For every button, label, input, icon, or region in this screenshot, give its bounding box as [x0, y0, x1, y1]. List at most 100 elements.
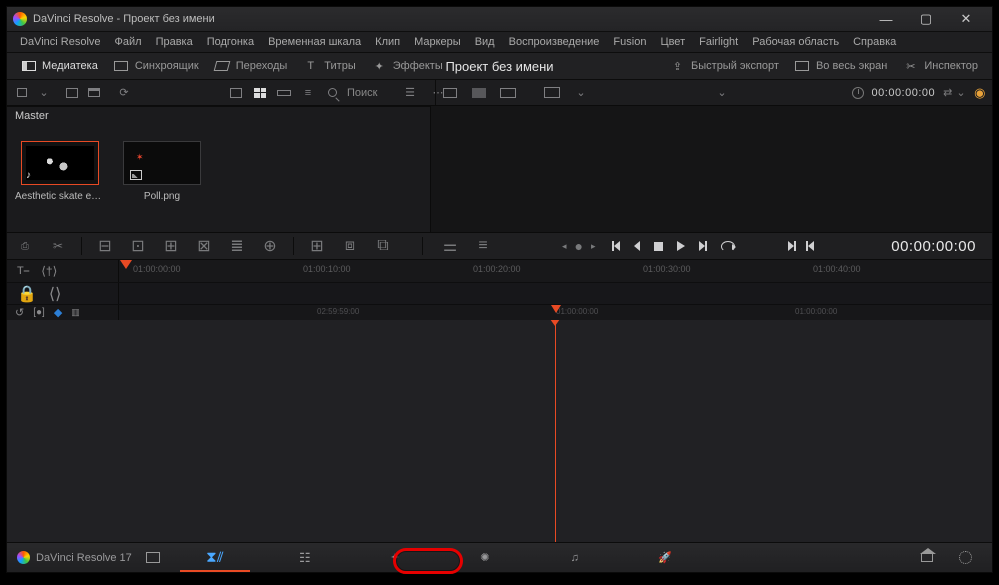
ruler-tick: 01:00:10:00	[303, 264, 351, 274]
menu-trim[interactable]: Подгонка	[200, 34, 261, 50]
strip-view-icon[interactable]	[275, 85, 293, 101]
effects-toggle[interactable]: ✦ Эффекты	[364, 57, 451, 76]
viewer-mode-2-icon[interactable]	[470, 85, 488, 101]
bin-list-icon[interactable]	[13, 85, 31, 101]
timeline-tracks[interactable]	[7, 320, 992, 542]
menu-markers[interactable]: Маркеры	[407, 34, 468, 50]
search-label[interactable]: Поиск	[347, 87, 377, 99]
last-frame-button[interactable]	[699, 241, 707, 251]
transition-icon[interactable]: ⧈	[340, 238, 360, 254]
menu-file[interactable]: Файл	[108, 34, 149, 50]
home-button[interactable]	[910, 543, 944, 572]
viewer-overlay-dropdown-icon[interactable]: ⌄	[572, 85, 590, 101]
video-track-icon[interactable]: T⎯	[17, 265, 29, 278]
timecode-mode-icon[interactable]: ⇄ ⌄	[943, 86, 966, 99]
viewer-mode-3-icon[interactable]	[499, 85, 517, 101]
project-settings-button[interactable]	[948, 543, 982, 572]
viewer-overlay-icon[interactable]	[543, 85, 561, 101]
menu-playback[interactable]: Воспроизведение	[502, 34, 607, 50]
menu-app[interactable]: DaVinci Resolve	[13, 34, 108, 50]
maximize-button[interactable]: ▢	[906, 7, 946, 31]
place-on-top-icon[interactable]: ≣	[227, 238, 247, 254]
page-color[interactable]: ✺	[440, 543, 530, 572]
search-icon[interactable]	[323, 85, 341, 101]
close-up-icon[interactable]: ⊠	[194, 238, 214, 254]
syncbin-toggle[interactable]: Синхроящик	[106, 57, 207, 76]
page-fairlight[interactable]: ♫	[530, 543, 620, 572]
first-frame-button[interactable]	[612, 241, 620, 251]
menu-timeline[interactable]: Временная шкала	[261, 34, 368, 50]
menu-fusion[interactable]: Fusion	[606, 34, 653, 50]
next-edit-button[interactable]	[788, 241, 796, 251]
flag-icon[interactable]: ◆	[54, 306, 62, 319]
sync-clips-icon[interactable]: ⟳	[115, 85, 133, 101]
loop-button[interactable]	[721, 241, 735, 252]
clip-item[interactable]: ♪ Aesthetic skate ed...	[21, 141, 99, 202]
page-fusion[interactable]: ✦	[350, 543, 440, 572]
page-deliver[interactable]: 🚀	[620, 543, 710, 572]
close-button[interactable]: ✕	[946, 7, 986, 31]
audio-track-icon[interactable]: ⟨†⟩	[41, 264, 57, 278]
jog-control[interactable]: ◂●▸	[562, 238, 598, 254]
fullscreen-button[interactable]: Во весь экран	[787, 57, 895, 76]
mediapool-bin-label[interactable]: Master	[7, 106, 430, 125]
stop-button[interactable]	[654, 242, 663, 251]
menu-help[interactable]: Справка	[846, 34, 903, 50]
menu-clip[interactable]: Клип	[368, 34, 407, 50]
smart-insert-icon[interactable]: ⎙	[15, 238, 35, 254]
blade-icon[interactable]: ✂	[48, 238, 68, 254]
lock-track-icon[interactable]: 🔒	[17, 284, 37, 304]
clip-thumbnail[interactable]: ♪	[21, 141, 99, 185]
track-color-icon[interactable]: ▥	[71, 307, 80, 318]
titles-toggle[interactable]: T Титры	[295, 57, 363, 76]
marker-icon[interactable]: [●]	[33, 307, 45, 318]
timeline-ruler-lower[interactable]: ↺ [●] ◆ ▥ 02:59:59:00 01:00:00:00 01:00:…	[7, 304, 992, 320]
menu-color[interactable]: Цвет	[653, 34, 692, 50]
trim-icon[interactable]: ⧉	[373, 238, 393, 254]
playhead-marker-icon[interactable]	[120, 260, 132, 269]
timeline-timecode[interactable]: 00:00:00:00	[891, 238, 984, 255]
page-cut[interactable]: ⧗⫽	[170, 543, 260, 572]
source-overwrite-icon[interactable]: ⊕	[260, 238, 280, 254]
playhead-marker-icon[interactable]	[551, 305, 561, 313]
quick-export-button[interactable]: ⇪ Быстрый экспорт	[662, 57, 787, 76]
page-edit[interactable]: ☷	[260, 543, 350, 572]
play-reverse-button[interactable]	[634, 241, 640, 251]
inspector-toggle[interactable]: ✂ Инспектор	[895, 57, 986, 76]
append-clip-icon[interactable]: ⊡	[128, 238, 148, 254]
sub-toolbar: ⌄ ⟳ ≡ Поиск ☰ ⋯ ⌄ ⌄	[7, 80, 992, 106]
play-button[interactable]	[677, 241, 685, 251]
syncbin-icon	[114, 60, 129, 73]
boring-detector-icon[interactable]: ⚌	[440, 238, 460, 254]
viewer-zoom-dropdown-icon[interactable]: ⌄	[713, 85, 731, 101]
menu-fairlight[interactable]: Fairlight	[692, 34, 745, 50]
tools-dropdown-icon[interactable]: ⊞	[307, 238, 327, 254]
import-media-icon[interactable]	[63, 85, 81, 101]
viewer-options-icon[interactable]: ◉	[974, 85, 986, 101]
transitions-toggle[interactable]: Переходы	[207, 57, 296, 76]
track-sync-icon[interactable]: ⟨⟩	[49, 284, 61, 304]
list-view-icon[interactable]	[227, 85, 245, 101]
minimize-button[interactable]: —	[866, 7, 906, 31]
menu-view[interactable]: Вид	[468, 34, 502, 50]
ripple-overwrite-icon[interactable]: ⊞	[161, 238, 181, 254]
project-manager-button[interactable]	[136, 543, 170, 572]
mediapool-toggle[interactable]: Медиатека	[13, 57, 106, 76]
viewer[interactable]	[431, 106, 992, 232]
media-option-1-icon[interactable]: ☰	[401, 85, 419, 101]
sort-order-icon[interactable]: ≡	[299, 85, 317, 101]
clip-item[interactable]: ✶ Poll.png	[123, 141, 201, 202]
bin-dropdown-icon[interactable]: ⌄	[35, 85, 53, 101]
menu-edit[interactable]: Правка	[149, 34, 200, 50]
timeline-ruler-upper[interactable]: T⎯ ⟨†⟩ 01:00:00:00 01:00:10:00 01:00:20:…	[7, 260, 992, 282]
clip-thumbnail[interactable]: ✶	[123, 141, 201, 185]
menu-workspace[interactable]: Рабочая область	[745, 34, 846, 50]
thumbnail-view-icon[interactable]	[251, 85, 269, 101]
playhead-line[interactable]	[555, 320, 556, 542]
viewer-mode-1-icon[interactable]	[441, 85, 459, 101]
snap-icon[interactable]: ↺	[15, 306, 24, 319]
timeline-options-icon[interactable]: ≡	[473, 238, 493, 254]
prev-edit-button[interactable]	[806, 241, 814, 251]
import-folder-icon[interactable]	[85, 85, 103, 101]
insert-clip-icon[interactable]: ⊟	[95, 238, 115, 254]
